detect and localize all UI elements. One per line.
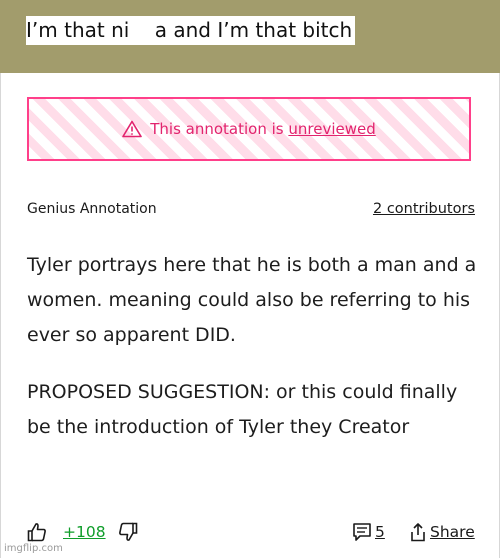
share-icon[interactable] bbox=[409, 522, 427, 542]
annotation-meta: Genius Annotation 2 contributors bbox=[27, 198, 475, 220]
left-border bbox=[0, 73, 1, 558]
unreviewed-banner: This annotation is unreviewed bbox=[27, 97, 471, 161]
annotation-paragraph: PROPOSED SUGGESTION: or this could final… bbox=[27, 381, 458, 438]
imgflip-watermark: imgflip.com bbox=[4, 543, 63, 554]
annotation-paragraph: Tyler portrays here that he is both a ma… bbox=[27, 254, 477, 346]
share-button[interactable]: Share bbox=[430, 523, 475, 541]
annotation-actions: +108 5 Share bbox=[0, 518, 500, 550]
thumbs-down-icon[interactable] bbox=[118, 522, 138, 542]
warning-triangle-icon bbox=[122, 120, 143, 138]
contributors-link[interactable]: 2 contributors bbox=[373, 201, 475, 217]
annotation-body: Tyler portrays here that he is both a ma… bbox=[27, 248, 482, 467]
annotation-label: Genius Annotation bbox=[27, 201, 157, 217]
thumbs-up-icon[interactable] bbox=[27, 522, 47, 542]
lyric-header: I’m that ni a and I’m that bitch bbox=[0, 0, 500, 73]
unreviewed-link[interactable]: unreviewed bbox=[288, 120, 375, 138]
comment-icon[interactable] bbox=[352, 522, 372, 542]
unreviewed-text: This annotation is bbox=[150, 120, 289, 138]
comment-count[interactable]: 5 bbox=[375, 523, 385, 541]
highlighted-lyric[interactable]: I’m that ni a and I’m that bitch bbox=[26, 16, 356, 45]
vote-count[interactable]: +108 bbox=[63, 523, 106, 541]
